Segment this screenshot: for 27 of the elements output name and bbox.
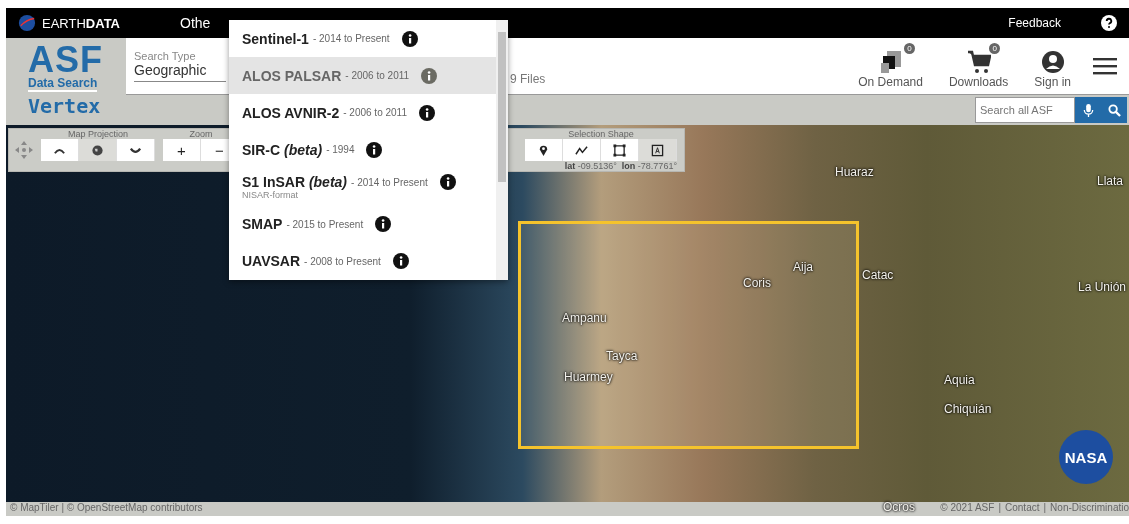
- place-label: Ampanu: [562, 311, 607, 325]
- coordinates-text: lat -09.5136° lon -78.7761°: [564, 161, 677, 171]
- group-label: Selection Shape: [568, 129, 634, 139]
- count-badge: 0: [903, 43, 915, 55]
- place-label: Coris: [743, 276, 771, 290]
- place-label: Aquia: [944, 373, 975, 387]
- place-label: Ocros: [883, 500, 915, 514]
- nasa-logo: NASA: [1059, 430, 1113, 484]
- place-label: La Unión: [1078, 280, 1127, 294]
- separator: |: [1043, 502, 1047, 515]
- place-label: Catac: [862, 268, 894, 282]
- copyright-text: © 2021 ASF: [940, 502, 995, 515]
- group-label: Zoom: [189, 129, 213, 139]
- group-label: Map Projection: [68, 129, 128, 139]
- asf-logo: ASF: [28, 44, 103, 76]
- map-attribution: © MapTiler | © OpenStreetMap contributors: [10, 502, 203, 515]
- place-label: Huaraz: [835, 165, 874, 179]
- place-label: Aija: [793, 260, 813, 274]
- product-name: Vertex: [28, 94, 101, 118]
- separator: |: [998, 502, 1001, 515]
- file-count: 9 Files: [510, 72, 546, 87]
- place-label: Huarmey: [564, 370, 613, 384]
- place-label: Chiquián: [944, 402, 992, 416]
- logo-subtitle: Data Search: [28, 76, 98, 92]
- place-label: Tayca: [606, 349, 638, 363]
- place-label: Llata: [1097, 174, 1124, 188]
- count-badge: 0: [989, 43, 1001, 55]
